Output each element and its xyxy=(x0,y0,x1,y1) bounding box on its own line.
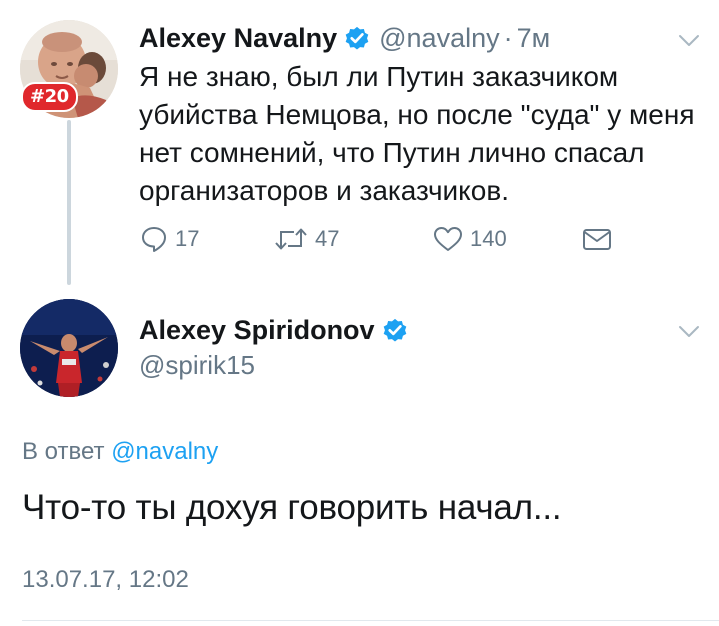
like-count: 140 xyxy=(470,226,507,251)
avatar-spiridonov[interactable] xyxy=(20,299,118,397)
header-separator: · xyxy=(503,22,513,53)
like-button[interactable]: 140 xyxy=(432,224,507,254)
reply-text: Что-то ты дохуя говорить начал... xyxy=(22,488,562,527)
tweet-actions: 17 47 140 xyxy=(139,224,639,260)
reply-count: 17 xyxy=(175,226,200,251)
chevron-down-icon[interactable] xyxy=(678,34,700,48)
author-handle[interactable]: @navalny xyxy=(379,23,499,54)
chevron-down-icon[interactable] xyxy=(678,325,700,339)
reply-header: Alexey Spiridonov xyxy=(139,312,409,348)
retweet-count: 47 xyxy=(315,226,340,251)
original-tweet[interactable]: #20 Alexey Navalny @navalny · 7м Я не зн… xyxy=(0,0,719,290)
retweet-button[interactable]: 47 xyxy=(273,224,339,254)
divider xyxy=(22,620,719,621)
speech-bubble-icon xyxy=(142,227,166,252)
tweet-time[interactable]: 7м xyxy=(517,23,551,54)
reply-prefix: В ответ xyxy=(22,438,105,465)
tweet-header: Alexey Navalny @navalny · 7м xyxy=(139,20,550,56)
avatar-photo xyxy=(20,299,118,397)
verified-badge-icon xyxy=(383,318,406,342)
envelope-icon xyxy=(583,229,611,250)
reply-timestamp[interactable]: 13.07.17, 12:02 xyxy=(22,566,189,594)
direct-message-button[interactable] xyxy=(581,224,613,254)
reply-context: В ответ @navalny xyxy=(22,438,218,466)
retweet-arrows-icon xyxy=(275,228,307,250)
tweet-text: Я не знаю, был ли Путин заказчиком убийс… xyxy=(139,61,695,206)
reply-button[interactable]: 17 xyxy=(139,224,199,254)
thread-connector-line xyxy=(67,120,71,285)
reply-mention-link[interactable]: @navalny xyxy=(111,438,218,465)
reply-author-name[interactable]: Alexey Spiridonov xyxy=(139,315,375,346)
verified-badge-icon xyxy=(345,26,369,50)
avatar-badge: #20 xyxy=(21,82,78,112)
reply-author-handle[interactable]: @spirik15 xyxy=(139,350,255,381)
author-name[interactable]: Alexey Navalny xyxy=(139,23,337,54)
heart-icon xyxy=(434,227,462,251)
